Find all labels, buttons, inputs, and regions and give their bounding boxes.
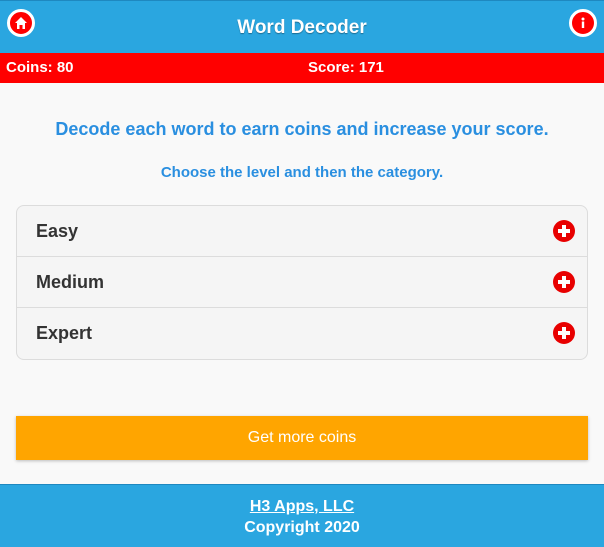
level-item-expert[interactable]: Expert [17,308,587,359]
get-more-coins-button[interactable]: Get more coins [16,416,588,460]
score-count: Score: 171 [308,59,384,76]
status-bar: Coins: 80 Score: 171 [0,53,604,83]
app-header: Word Decoder [0,0,604,53]
intro-headline: Decode each word to earn coins and incre… [55,119,549,139]
info-button[interactable] [569,9,597,37]
info-icon [581,17,585,28]
plus-icon[interactable] [553,271,575,293]
plus-icon[interactable] [553,322,575,344]
plus-icon[interactable] [553,220,575,242]
company-link[interactable]: H3 Apps, LLC [0,498,604,516]
level-item-easy[interactable]: Easy [17,206,587,257]
level-label: Medium [36,272,105,292]
copyright-text: Copyright 2020 [244,519,360,536]
level-label: Easy [36,221,79,241]
level-label: Expert [36,323,93,343]
footer: H3 Apps, LLC Copyright 2020 [0,484,604,547]
coins-count: Coins: 80 [6,59,74,76]
intro-instruction: Choose the level and then the category. [160,164,444,181]
level-item-medium[interactable]: Medium [17,257,587,308]
level-list: Easy Medium Expert [16,205,588,360]
page-title: Word Decoder [237,17,367,38]
